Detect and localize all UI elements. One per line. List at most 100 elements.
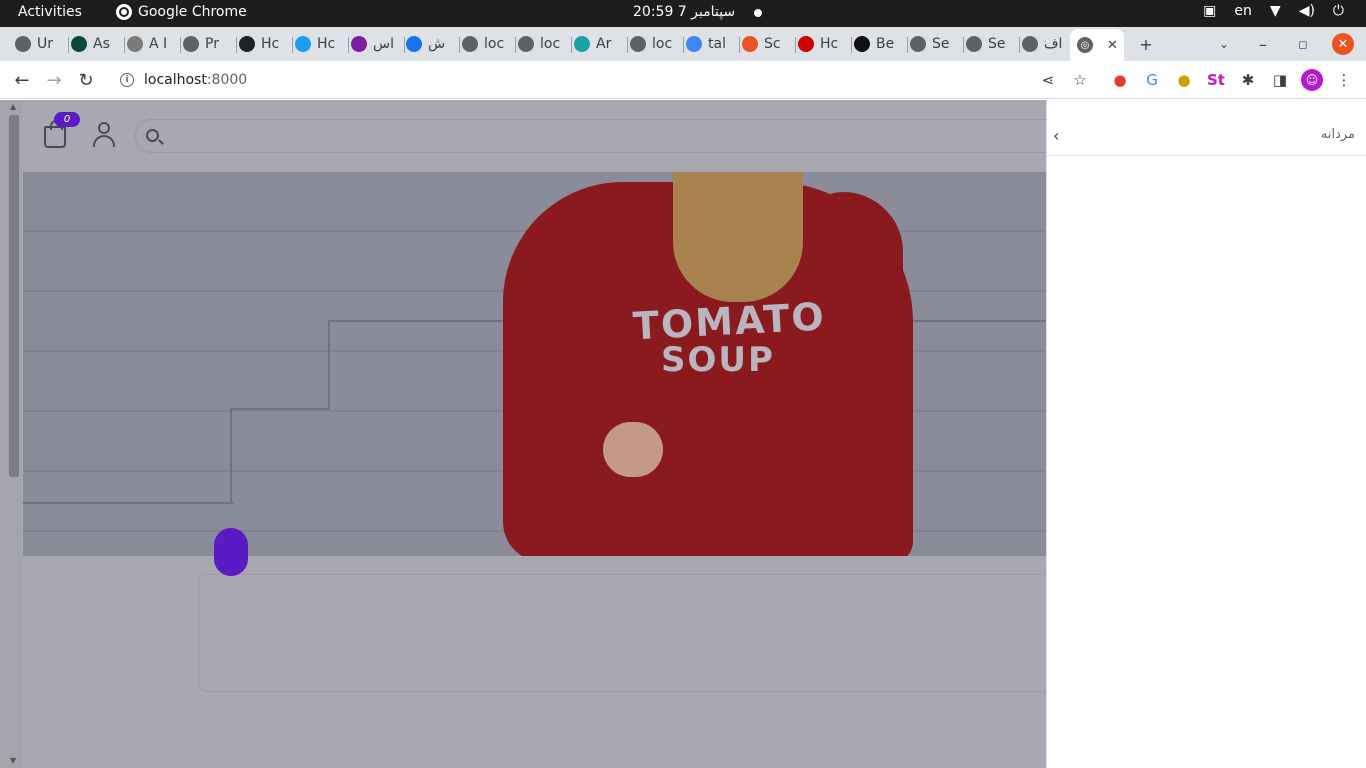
cart-count-badge: 0 — [54, 112, 80, 127]
globe-icon — [15, 36, 31, 52]
tab-search-chevron-down-icon[interactable]: ⌄ — [1213, 33, 1235, 55]
e-icon — [351, 36, 367, 52]
search-icon — [146, 129, 159, 142]
minimize-button[interactable]: – — [1252, 33, 1274, 55]
shopping-bag-icon[interactable] — [44, 120, 66, 148]
tab-6[interactable]: Hc — [295, 29, 349, 59]
site-header: 0 — [22, 100, 1046, 172]
tab-15[interactable]: Hc — [798, 29, 852, 59]
system-top-bar: Activities Google Chrome 20:59 سپتامبر 7… — [0, 0, 1366, 27]
st-extension-icon[interactable]: St — [1205, 69, 1227, 91]
sweatshirt-print: TOMATO SOUP — [631, 294, 827, 380]
tab-3[interactable]: A I — [127, 29, 181, 59]
q-icon — [406, 36, 422, 52]
tab-active[interactable]: ◎ ✕ — [1070, 29, 1124, 61]
opera-extension-icon[interactable]: ● — [1109, 69, 1131, 91]
clock[interactable]: 20:59 سپتامبر 7 — [633, 4, 735, 20]
tab-12[interactable]: loc — [630, 29, 684, 59]
chevron-left-icon[interactable]: ‹ — [1053, 126, 1059, 145]
close-window-button[interactable]: ✕ — [1332, 33, 1354, 55]
side-panel-icon[interactable]: ◨ — [1269, 69, 1291, 91]
tab-18[interactable]: Se — [966, 29, 1020, 59]
app-name: Google Chrome — [138, 4, 247, 20]
tab-17[interactable]: Se — [910, 29, 964, 59]
translate-extension-icon[interactable]: G — [1141, 69, 1163, 91]
tab-label: اس — [373, 36, 394, 52]
tab-11[interactable]: Ar — [574, 29, 628, 59]
activities-button[interactable]: Activities — [18, 4, 82, 20]
system-tray[interactable]: ▣ en ▼ ◀) ⏻ — [1203, 3, 1344, 19]
tab-5[interactable]: Hc — [239, 29, 293, 59]
power-icon[interactable]: ⏻ — [1333, 3, 1344, 19]
globe-icon: ◎ — [1077, 37, 1093, 53]
new-tab-button[interactable]: + — [1135, 33, 1157, 55]
google-icon — [686, 36, 702, 52]
user-account-icon[interactable] — [92, 122, 116, 148]
tab-label: اف — [1044, 36, 1063, 52]
tab-7[interactable]: اس — [351, 29, 405, 59]
screenshot-icon[interactable]: ▣ — [1203, 3, 1216, 19]
tab-2[interactable]: As — [71, 29, 125, 59]
side-panel-title: مردانه — [1320, 127, 1355, 142]
tab-label: Be — [876, 36, 895, 52]
side-panel-header: ‹ مردانه — [1047, 116, 1366, 156]
tab-label: ش — [428, 36, 446, 52]
tab-10[interactable]: loc — [518, 29, 572, 59]
back-button[interactable]: ← — [11, 69, 33, 91]
cloud-icon — [574, 36, 590, 52]
tab-label: Hc — [820, 36, 839, 52]
extensions-puzzle-icon[interactable]: ✱ — [1237, 69, 1259, 91]
hero-banner-image: TOMATO SOUP — [23, 172, 1046, 556]
scrollbar-thumb[interactable] — [9, 115, 19, 477]
coin-extension-icon[interactable]: ● — [1173, 69, 1195, 91]
globe-icon — [462, 36, 478, 52]
tab-1[interactable]: Ur — [15, 29, 69, 59]
tab-label: Se — [988, 36, 1006, 52]
tab-label: Hc — [317, 36, 336, 52]
site-search-input[interactable] — [135, 119, 1046, 153]
ubuntu-icon — [742, 36, 758, 52]
openai-icon — [239, 36, 255, 52]
page-scrollbar[interactable]: ▲ ▼ — [0, 100, 22, 768]
tab-13[interactable]: tal — [686, 29, 740, 59]
tab-14[interactable]: Sc — [742, 29, 796, 59]
tab-label: Pr — [205, 36, 219, 52]
tab-label: loc — [484, 36, 505, 52]
globe-icon — [630, 36, 646, 52]
language-indicator[interactable]: en — [1234, 3, 1252, 19]
share-icon[interactable]: ⋖ — [1037, 69, 1059, 91]
site-info-icon[interactable]: i — [120, 73, 134, 87]
tab-9[interactable]: loc — [462, 29, 516, 59]
tab-label: Sc — [764, 36, 781, 52]
globe-icon — [1022, 36, 1038, 52]
maximize-button[interactable]: ◻ — [1292, 33, 1314, 55]
tab-close-icon[interactable]: ✕ — [1107, 38, 1118, 53]
address-bar[interactable]: i localhost:8000 — [110, 65, 1030, 95]
red-logo-icon — [798, 36, 814, 52]
tab-8[interactable]: ش — [406, 29, 460, 59]
django-icon — [71, 36, 87, 52]
tab-4[interactable]: Pr — [183, 29, 237, 59]
globe-icon — [518, 36, 534, 52]
tab-16[interactable]: Be — [854, 29, 908, 59]
reload-button[interactable]: ↻ — [75, 69, 97, 91]
tab-strip: Ur As A I Pr Hc Hc اس ش loc loc Ar loc tal Sc Hc Be Se Se… — [0, 27, 1366, 61]
tab-label: Ar — [596, 36, 612, 52]
wifi-icon[interactable]: ▼ — [1270, 3, 1281, 19]
tab-label: Ur — [37, 36, 54, 52]
bookmark-star-icon[interactable]: ☆ — [1069, 69, 1091, 91]
notification-dot-icon — [754, 9, 762, 17]
forward-button[interactable]: → — [43, 69, 65, 91]
app-menu[interactable]: Google Chrome — [116, 4, 247, 20]
tab-label: A I — [149, 36, 168, 52]
tab-19[interactable]: اف — [1022, 29, 1076, 59]
chrome-menu-icon[interactable]: ⋮ — [1333, 69, 1355, 91]
side-panel: ‹ مردانه — [1046, 100, 1366, 768]
volume-icon[interactable]: ◀) — [1299, 3, 1315, 19]
scroll-down-arrow-icon[interactable]: ▼ — [10, 756, 16, 765]
url-port: :8000 — [206, 72, 248, 88]
browser-toolbar: ← → ↻ i localhost:8000 ⋖ ☆ ● G ● St ✱ ◨ … — [0, 61, 1366, 99]
page-viewport: ▲ ▼ 0 TOMATO SOUP — [0, 100, 1046, 768]
profile-avatar[interactable]: ☺ — [1301, 69, 1323, 91]
scroll-up-arrow-icon[interactable]: ▲ — [10, 102, 16, 111]
